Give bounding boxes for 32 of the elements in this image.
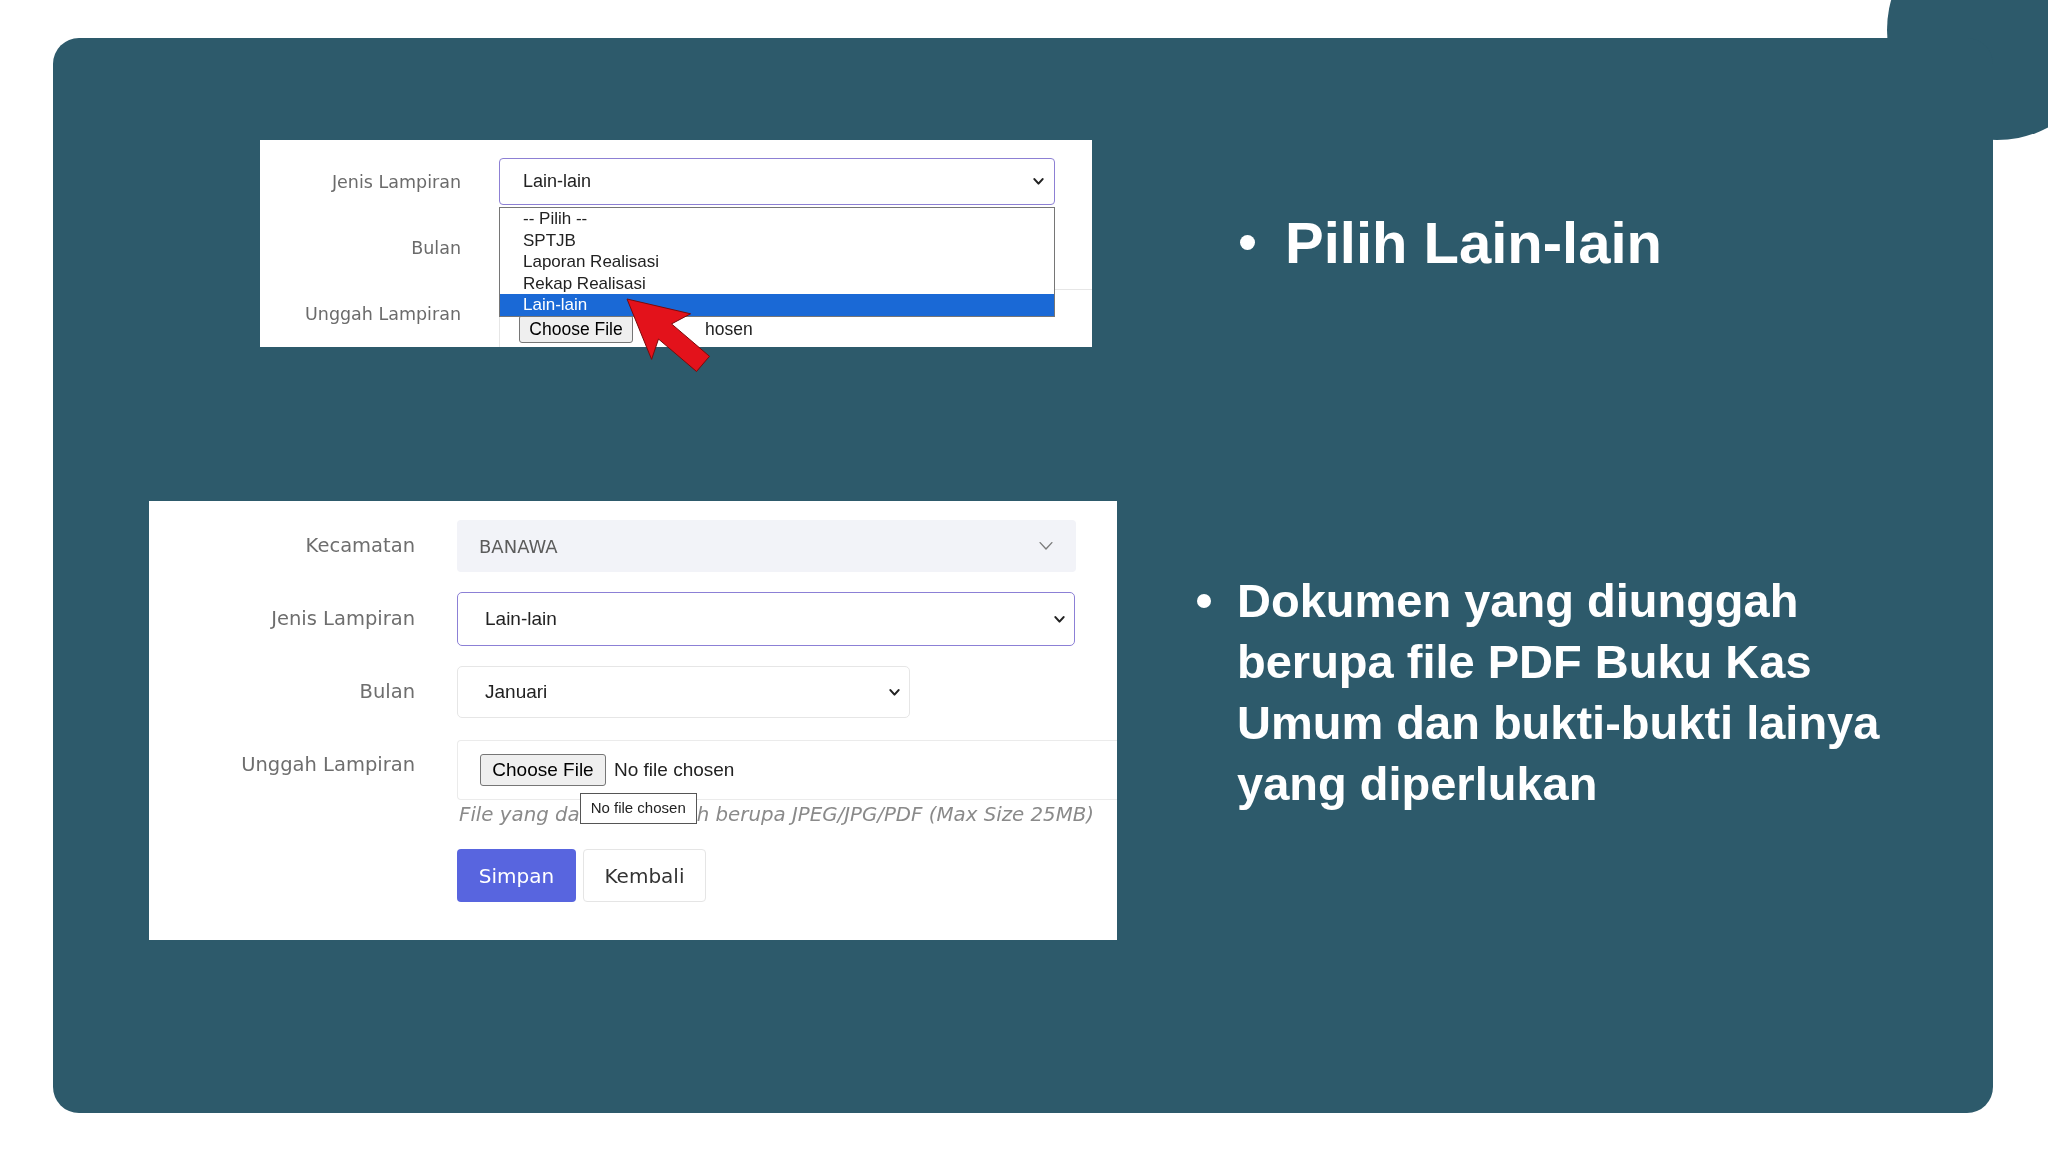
choose-file-button[interactable]: Choose File: [519, 315, 633, 343]
help-text: File yang da: [459, 804, 580, 826]
field-label: Unggah Lampiran: [240, 752, 415, 778]
chevron-down-icon: [1038, 541, 1054, 551]
dropdown-option[interactable]: Lain-lain: [500, 294, 1054, 316]
bullet-text: Dokumen yang diunggah berupa file PDF Buku Kas Umum dan bukti-bukti lainya yang diperlukan: [1237, 573, 1881, 812]
select-field[interactable]: BANAWA: [457, 520, 1076, 572]
dropdown-option[interactable]: -- Pilih --: [500, 208, 1054, 230]
file-status-text: hosen: [705, 318, 753, 340]
field-label: Kecamatan: [304, 533, 415, 559]
dropdown-option[interactable]: Laporan Realisasi: [500, 251, 1054, 273]
bullet-text: Pilih Lain-lain: [1285, 209, 1663, 277]
back-button[interactable]: Kembali: [583, 849, 706, 902]
file-status-text: No file chosen: [614, 757, 735, 782]
chevron-down-icon: [889, 688, 900, 696]
chevron-down-icon: [1054, 615, 1065, 623]
select-field[interactable]: Januari: [457, 666, 910, 718]
chevron-down-icon: [1033, 178, 1044, 185]
bullet-icon: [1240, 235, 1255, 250]
bullet-icon: [1197, 594, 1211, 608]
field-label: Bulan: [358, 679, 415, 705]
help-text: h berupa JPEG/JPG/PDF (Max Size 25MB): [696, 804, 1095, 826]
field-label: Jenis Lampiran: [330, 170, 461, 194]
dropdown-option[interactable]: SPTJB: [500, 229, 1054, 251]
choose-file-button[interactable]: Choose File: [480, 754, 606, 786]
tooltip: No file chosen: [579, 793, 697, 824]
select-field[interactable]: Lain-lain: [499, 158, 1055, 205]
save-button[interactable]: Simpan: [457, 849, 576, 902]
field-label: Jenis Lampiran: [269, 606, 415, 632]
field-label: Unggah Lampiran: [304, 303, 461, 326]
field-label: Bulan: [410, 237, 461, 260]
select-field[interactable]: Lain-lain: [457, 592, 1075, 646]
